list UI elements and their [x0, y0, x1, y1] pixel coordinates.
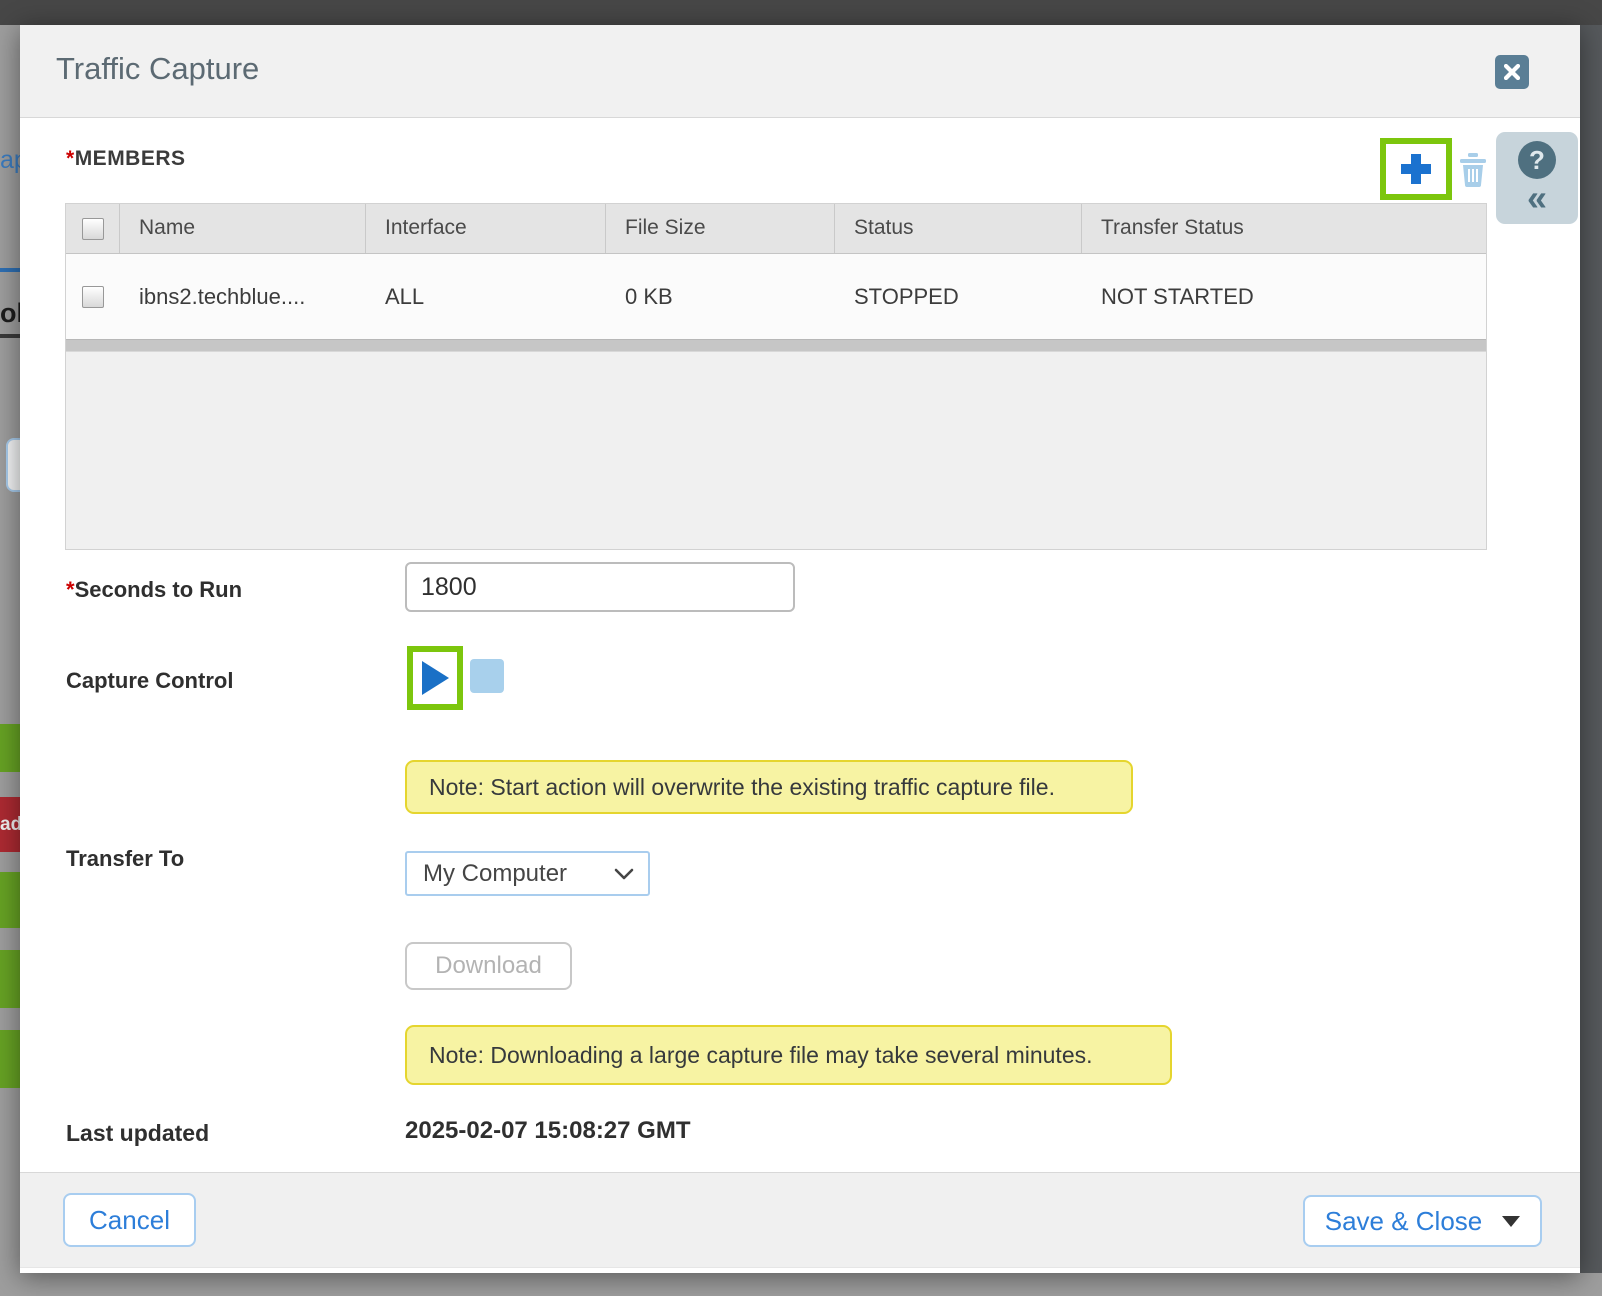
- delete-member-icon[interactable]: [1457, 151, 1489, 187]
- background-status-badge-green: [0, 950, 20, 1008]
- download-button[interactable]: Download: [405, 942, 572, 990]
- download-time-note: Note: Downloading a large capture file m…: [405, 1025, 1172, 1085]
- column-header-name[interactable]: Name: [120, 204, 366, 253]
- transfer-to-selected-value: My Computer: [407, 860, 614, 888]
- browser-top-bar: [0, 0, 1602, 25]
- background-status-badge-red: ad: [0, 797, 20, 852]
- help-icon[interactable]: ?: [1518, 141, 1556, 179]
- cancel-button-label: Cancel: [89, 1205, 170, 1236]
- select-all-checkbox[interactable]: [82, 218, 104, 240]
- save-options-caret-icon[interactable]: [1502, 1216, 1520, 1227]
- dialog-title: Traffic Capture: [56, 51, 259, 87]
- member-name: ibns2.techblue....: [120, 284, 366, 310]
- column-header-interface[interactable]: Interface: [366, 204, 606, 253]
- member-row[interactable]: ibns2.techblue.... ALL 0 KB STOPPED NOT …: [66, 254, 1486, 339]
- transfer-to-select[interactable]: My Computer: [405, 851, 650, 896]
- table-empty-area: [66, 352, 1486, 549]
- seconds-to-run-input[interactable]: [405, 562, 795, 612]
- row-checkbox-cell: [66, 286, 120, 308]
- side-help-panel: ? «: [1496, 132, 1578, 224]
- dialog-footer: Cancel Save & Close: [20, 1172, 1580, 1268]
- members-table-header: Name Interface File Size Status Transfer…: [66, 204, 1486, 254]
- members-table: Name Interface File Size Status Transfer…: [65, 203, 1487, 550]
- traffic-capture-dialog: Traffic Capture ? « *MEMBERS: [20, 25, 1580, 1273]
- last-updated-value: 2025-02-07 15:08:27 GMT: [405, 1117, 691, 1145]
- member-file-size: 0 KB: [606, 284, 835, 310]
- start-overwrite-note: Note: Start action will overwrite the ex…: [405, 760, 1133, 814]
- header-checkbox-cell: [66, 204, 120, 253]
- column-header-file-size[interactable]: File Size: [606, 204, 835, 253]
- add-member-icon[interactable]: [1396, 149, 1436, 189]
- chevron-down-icon: [614, 868, 634, 880]
- highlight-box-add: [1380, 138, 1452, 200]
- background-link-fragment: ap: [0, 146, 20, 175]
- members-section-label: *MEMBERS: [66, 147, 186, 171]
- column-header-transfer-status[interactable]: Transfer Status: [1082, 204, 1486, 253]
- row-checkbox[interactable]: [82, 286, 104, 308]
- backdrop-right-strip: [1580, 25, 1602, 1273]
- background-tab-indicator: [0, 268, 20, 272]
- capture-control-label: Capture Control: [66, 668, 233, 694]
- table-horizontal-scrollbar[interactable]: [66, 339, 1486, 352]
- cancel-button[interactable]: Cancel: [63, 1193, 196, 1247]
- background-tab-underline: [0, 334, 20, 338]
- save-and-close-label: Save & Close: [1325, 1206, 1483, 1237]
- members-label-text: MEMBERS: [75, 147, 186, 170]
- dialog-header: Traffic Capture: [20, 25, 1580, 118]
- last-updated-label: Last updated: [66, 1120, 209, 1147]
- required-marker: *: [66, 147, 75, 170]
- backdrop-left-strip: ap ol ad: [0, 25, 20, 1273]
- background-status-badge-green: [0, 724, 20, 772]
- save-and-close-button[interactable]: Save & Close: [1303, 1195, 1542, 1247]
- start-capture-icon[interactable]: [419, 659, 451, 697]
- required-marker: *: [66, 577, 75, 602]
- background-active-tab-fragment: ol: [0, 298, 20, 329]
- close-icon[interactable]: [1495, 55, 1529, 89]
- seconds-to-run-label: *Seconds to Run: [66, 577, 242, 603]
- seconds-to-run-label-text: Seconds to Run: [75, 577, 242, 602]
- member-status: STOPPED: [835, 284, 1082, 310]
- highlight-box-play: [407, 646, 463, 710]
- column-header-status[interactable]: Status: [835, 204, 1082, 253]
- screen: ap ol ad Traffic Capture ? « *MEMBERS: [0, 0, 1602, 1296]
- member-interface: ALL: [366, 284, 606, 310]
- background-button-fragment: [6, 438, 20, 492]
- collapse-panel-icon[interactable]: «: [1527, 181, 1547, 215]
- stop-capture-icon[interactable]: [470, 659, 504, 693]
- background-status-badge-green: [0, 872, 20, 928]
- member-transfer-status: NOT STARTED: [1082, 284, 1486, 310]
- transfer-to-label: Transfer To: [66, 846, 184, 872]
- background-status-badge-green: [0, 1030, 20, 1088]
